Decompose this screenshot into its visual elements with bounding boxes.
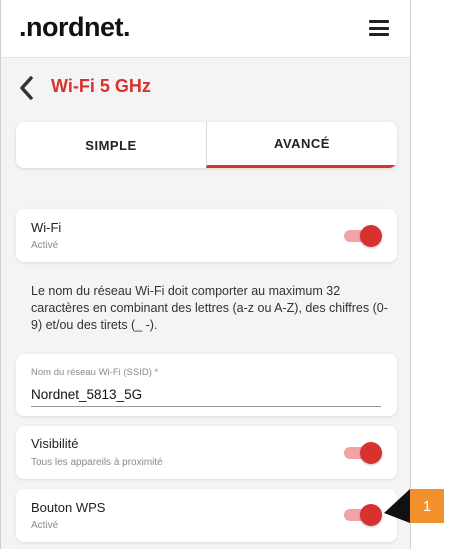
top-bar: .nordnet. [1, 0, 410, 58]
wps-card: Bouton WPS Activé [16, 489, 397, 542]
tab-avance[interactable]: AVANCÉ [206, 122, 397, 168]
wifi-title: Wi-Fi [31, 220, 62, 235]
ssid-info-text: Le nom du réseau Wi-Fi doit comporter au… [31, 284, 388, 332]
hamburger-menu-icon[interactable] [369, 20, 389, 36]
wifi-toggle[interactable] [344, 225, 382, 247]
ssid-label: Nom du réseau Wi-Fi (SSID) * [31, 367, 159, 378]
wps-status: Activé [31, 520, 59, 531]
visibility-card: Visibilité Tous les appareils à proximit… [16, 426, 397, 479]
ssid-card: Nom du réseau Wi-Fi (SSID) * [16, 354, 397, 416]
wps-toggle[interactable] [344, 504, 382, 526]
visibility-title: Visibilité [31, 436, 79, 451]
wifi-card: Wi-Fi Activé [16, 209, 397, 262]
visibility-status: Tous les appareils à proximité [31, 457, 163, 468]
mobile-screen: .nordnet. Wi-Fi 5 GHz SIMPLE AVANCÉ Wi-F… [0, 0, 411, 549]
nordnet-logo[interactable]: .nordnet. [19, 12, 131, 43]
ssid-underline [31, 406, 381, 407]
mode-tabs: SIMPLE AVANCÉ [16, 122, 397, 168]
tab-simple[interactable]: SIMPLE [16, 122, 206, 168]
page-title: Wi-Fi 5 GHz [51, 76, 151, 96]
page-header: Wi-Fi 5 GHz [17, 72, 397, 104]
ssid-input[interactable] [31, 387, 381, 402]
visibility-toggle[interactable] [344, 442, 382, 464]
chevron-left-icon[interactable] [17, 74, 37, 102]
callout-badge: 1 [410, 489, 444, 523]
wifi-status: Activé [31, 240, 59, 251]
wps-title: Bouton WPS [31, 500, 106, 515]
